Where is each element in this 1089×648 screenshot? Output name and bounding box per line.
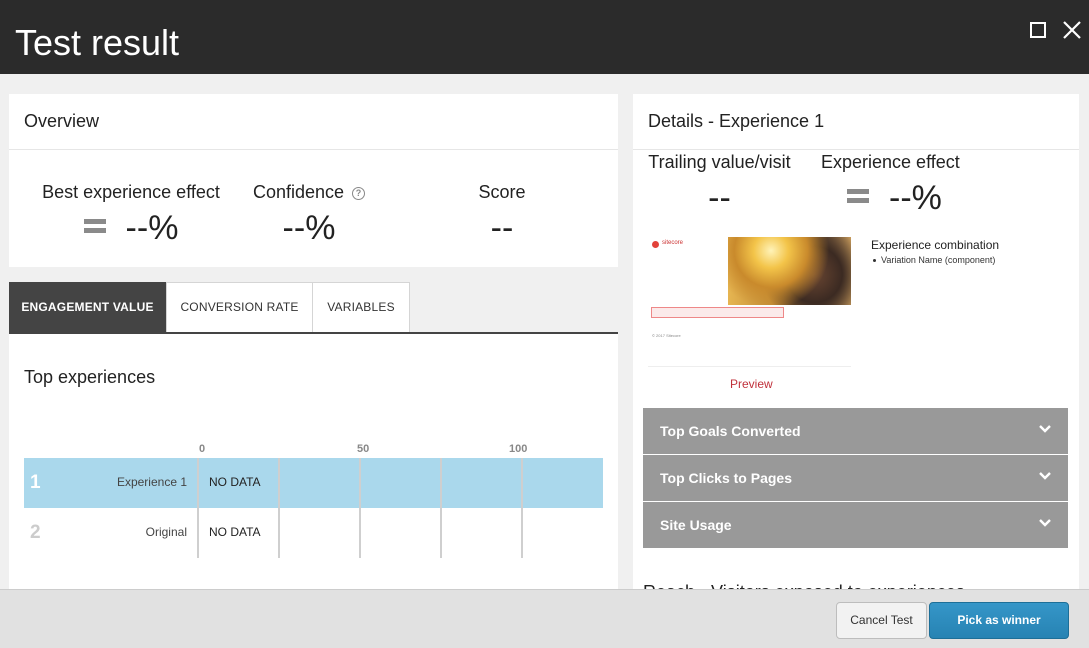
cancel-test-button[interactable]: Cancel Test bbox=[836, 602, 927, 639]
overview-card: Overview Best experience effect --% Conf… bbox=[9, 94, 618, 267]
tab-engagement-value[interactable]: ENGAGEMENT VALUE bbox=[9, 282, 166, 332]
experience-thumbnail[interactable]: sitecore © 2017 Sitecore bbox=[648, 237, 851, 367]
experience-row[interactable]: 2 Original NO DATA bbox=[24, 508, 603, 558]
score-value: -- bbox=[490, 209, 514, 247]
preview-link[interactable]: Preview bbox=[730, 377, 773, 391]
chevron-down-icon bbox=[1039, 472, 1051, 480]
chevron-down-icon bbox=[1039, 425, 1051, 433]
experience-value: NO DATA bbox=[209, 475, 261, 489]
combination-item: Variation Name (component) bbox=[872, 255, 996, 265]
best-effect-value: --% bbox=[125, 209, 179, 247]
best-effect-metric: Best experience effect --% bbox=[31, 182, 231, 248]
metric-tabs: ENGAGEMENT VALUE CONVERSION RATE VARIABL… bbox=[9, 282, 618, 334]
details-heading: Details - Experience 1 bbox=[633, 94, 1079, 150]
accordion-top-goals[interactable]: Top Goals Converted bbox=[643, 408, 1068, 454]
thumbnail-photo bbox=[728, 237, 851, 305]
sitecore-logo-icon bbox=[652, 241, 659, 248]
axis-tick: 50 bbox=[357, 443, 370, 455]
close-button[interactable] bbox=[1060, 18, 1084, 42]
experience-row[interactable]: 1 Experience 1 NO DATA bbox=[24, 458, 603, 508]
accordion-label: Top Goals Converted bbox=[660, 423, 801, 439]
score-metric: Score -- bbox=[442, 182, 562, 248]
score-label: Score bbox=[478, 182, 526, 202]
overview-heading: Overview bbox=[9, 94, 618, 150]
details-card: Details - Experience 1 Trailing value/vi… bbox=[633, 94, 1079, 590]
top-experiences-heading: Top experiences bbox=[24, 367, 156, 387]
tab-conversion-rate[interactable]: CONVERSION RATE bbox=[166, 282, 313, 332]
gridline bbox=[359, 458, 361, 558]
accordion-label: Site Usage bbox=[660, 517, 732, 533]
experience-rank: 1 bbox=[30, 472, 41, 493]
trailing-value-label: Trailing value/visit bbox=[648, 152, 791, 172]
title-bar: Test result bbox=[0, 0, 1089, 74]
dialog-footer: Cancel Test Pick as winner bbox=[0, 589, 1089, 648]
gridline bbox=[521, 458, 523, 558]
best-effect-label: Best experience effect bbox=[42, 182, 220, 202]
gridline bbox=[440, 458, 442, 558]
help-icon[interactable]: ? bbox=[352, 186, 366, 200]
experience-effect-label: Experience effect bbox=[821, 152, 960, 172]
top-experiences-card: Top experiences 0 50 100 1 Experience 1 … bbox=[9, 334, 618, 590]
pick-as-winner-button[interactable]: Pick as winner bbox=[929, 602, 1069, 639]
gridline bbox=[197, 458, 199, 558]
equal-icon bbox=[83, 219, 106, 234]
gridline bbox=[278, 458, 280, 558]
window-title: Test result bbox=[15, 22, 180, 63]
experience-rank: 2 bbox=[30, 522, 41, 543]
equal-icon bbox=[847, 189, 869, 204]
thumbnail-brand: sitecore bbox=[662, 240, 684, 246]
confidence-metric: Confidence? --% bbox=[249, 182, 369, 248]
chevron-down-icon bbox=[1039, 519, 1051, 527]
tab-variables[interactable]: VARIABLES bbox=[312, 282, 410, 332]
combination-title: Experience combination bbox=[871, 238, 1000, 252]
experience-effect-value: --% bbox=[889, 179, 942, 217]
experience-effect-metric: Experience effect --% bbox=[821, 152, 960, 218]
experience-name: Experience 1 bbox=[116, 475, 187, 489]
highlighted-component bbox=[651, 307, 784, 318]
close-icon bbox=[1063, 21, 1081, 39]
confidence-value: --% bbox=[282, 209, 336, 247]
trailing-value-metric: Trailing value/visit -- bbox=[648, 152, 791, 218]
axis-tick: 0 bbox=[199, 443, 206, 455]
experience-name: Original bbox=[145, 525, 187, 539]
confidence-label: Confidence bbox=[252, 182, 345, 202]
accordion-label: Top Clicks to Pages bbox=[660, 470, 792, 486]
accordion-top-clicks[interactable]: Top Clicks to Pages bbox=[643, 455, 1068, 501]
thumbnail-footer: © 2017 Sitecore bbox=[652, 333, 681, 338]
maximize-icon bbox=[1030, 22, 1046, 38]
maximize-button[interactable] bbox=[1026, 18, 1050, 42]
experience-value: NO DATA bbox=[209, 525, 261, 539]
axis-tick: 100 bbox=[509, 443, 528, 455]
trailing-value: -- bbox=[708, 179, 731, 217]
accordion-site-usage[interactable]: Site Usage bbox=[643, 502, 1068, 548]
